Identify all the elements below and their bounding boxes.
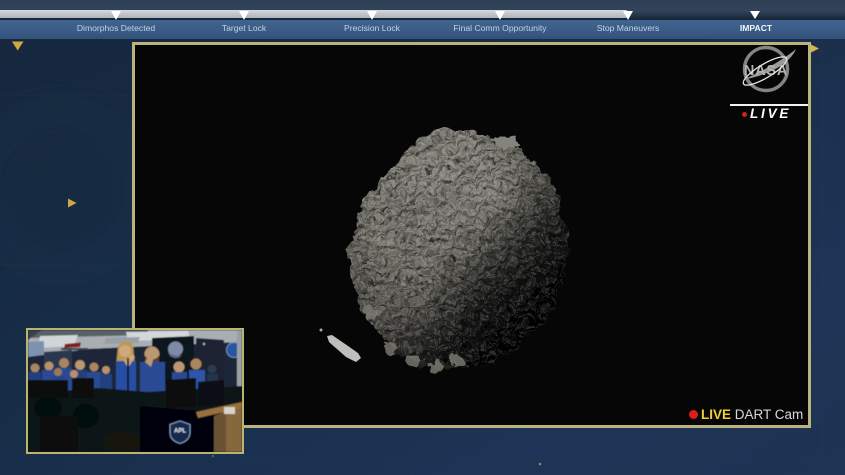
- svg-text:NASA: NASA: [744, 63, 788, 79]
- svg-text:APL: APL: [174, 429, 186, 435]
